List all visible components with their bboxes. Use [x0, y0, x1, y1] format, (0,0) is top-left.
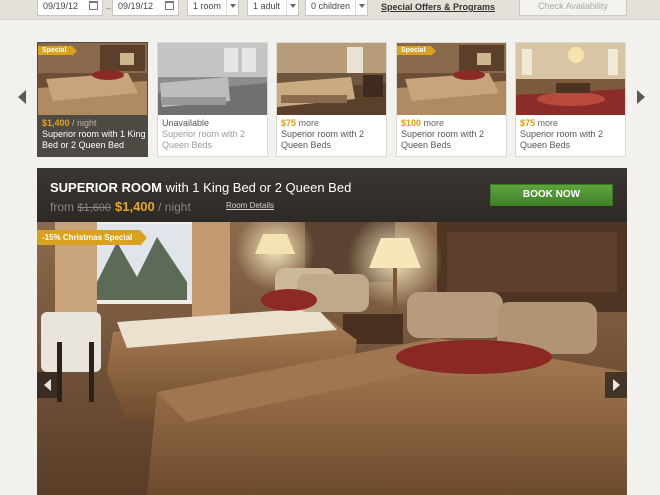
from-label: from: [50, 200, 78, 214]
photo-next-arrow-icon[interactable]: [605, 372, 627, 398]
room-card-caption: Unavailable Superior room with 2 Queen B…: [162, 118, 266, 151]
room-card-caption: $75 more Superior room with 2 Queen Beds: [281, 118, 385, 151]
room-photo: [37, 210, 627, 495]
room-card-caption: $100 more Superior room with 2 Queen Bed…: [401, 118, 505, 151]
rooms-select[interactable]: 1 room: [187, 0, 239, 16]
chevron-down-icon: [286, 0, 298, 15]
photo-prev-arrow-icon[interactable]: [37, 372, 59, 398]
room-card-superior-king[interactable]: Special $1,400 / night Superior room wit…: [37, 42, 148, 157]
checkout-date-value: 09/19/12: [118, 1, 154, 11]
room-card-description: Superior room with 1 King Bed or 2 Queen…: [42, 129, 146, 150]
rooms-select-value: 1 room: [193, 1, 222, 11]
chevron-down-icon: [355, 0, 367, 15]
adults-select[interactable]: 1 adult: [247, 0, 299, 16]
calendar-icon[interactable]: [89, 1, 98, 10]
room-card-queen-3[interactable]: $75 more Superior room with 2 Queen Beds: [515, 42, 626, 157]
unavailable-label: Unavailable: [162, 118, 210, 128]
check-availability-button[interactable]: Check Availability: [519, 0, 627, 16]
current-price: $1,400: [115, 199, 155, 214]
room-card-queen-1[interactable]: $75 more Superior room with 2 Queen Beds: [276, 42, 387, 157]
room-card-description: Superior room with 2 Queen Beds: [401, 129, 485, 150]
room-card-description: Superior room with 2 Queen Beds: [520, 129, 604, 150]
checkout-date-field[interactable]: 09/19/12: [112, 0, 179, 16]
chevron-down-icon: [226, 0, 238, 15]
room-price-row: from $1,600 $1,400 / night: [50, 199, 191, 214]
children-select[interactable]: 0 children: [305, 0, 368, 16]
room-detail-panel: SUPERIOR ROOM with 1 King Bed or 2 Queen…: [37, 168, 627, 495]
special-tag: Special: [397, 46, 435, 56]
strip-prev-arrow-icon[interactable]: [18, 90, 26, 104]
room-card-description: Superior room with 2 Queen Beds: [281, 129, 365, 150]
room-details-link[interactable]: Room Details: [226, 201, 274, 210]
room-thumbnail: [158, 43, 267, 115]
date-separator: –: [106, 3, 112, 13]
more-label: more: [296, 118, 320, 128]
special-offers-link[interactable]: Special Offers & Programs: [381, 2, 495, 12]
more-label: more: [421, 118, 445, 128]
per-night-label: / night: [69, 118, 97, 128]
price-difference: $75: [520, 118, 536, 128]
adults-select-value: 1 adult: [253, 1, 281, 11]
calendar-icon[interactable]: [165, 1, 174, 10]
old-price: $1,600: [77, 202, 111, 214]
room-title-bold: SUPERIOR ROOM: [50, 180, 162, 195]
room-card-caption: $75 more Superior room with 2 Queen Beds: [520, 118, 624, 151]
room-detail-header: SUPERIOR ROOM with 1 King Bed or 2 Queen…: [37, 168, 627, 222]
room-card-description: Superior room with 2 Queen Beds: [162, 129, 246, 150]
checkin-date-value: 09/19/12: [43, 1, 79, 11]
price-difference: $75: [281, 118, 297, 128]
christmas-special-tag: -15% Christmas Special: [37, 230, 148, 246]
room-card-queen-2[interactable]: Special $100 more Superior room with 2 Q…: [396, 42, 507, 157]
room-card-unavailable: Unavailable Superior room with 2 Queen B…: [157, 42, 268, 157]
strip-next-arrow-icon[interactable]: [637, 90, 645, 104]
room-title: SUPERIOR ROOM with 1 King Bed or 2 Queen…: [50, 180, 351, 195]
room-card-caption: $1,400 / night Superior room with 1 King…: [42, 118, 146, 151]
checkin-date-field[interactable]: 09/19/12: [37, 0, 103, 16]
per-night-label: / night: [154, 200, 191, 214]
room-title-rest: with 1 King Bed or 2 Queen Bed: [161, 180, 352, 195]
room-thumbnail: [277, 43, 386, 115]
room-thumbnail: [516, 43, 625, 115]
room-card-price: $1,400: [42, 118, 70, 128]
more-label: more: [535, 118, 559, 128]
special-tag: Special: [38, 46, 76, 56]
search-bar: 09/19/12 – 09/19/12 1 room 1 adult 0 chi…: [0, 0, 660, 20]
price-difference: $100: [401, 118, 422, 128]
book-now-button[interactable]: BOOK NOW: [490, 184, 613, 206]
children-select-value: 0 children: [311, 1, 351, 11]
